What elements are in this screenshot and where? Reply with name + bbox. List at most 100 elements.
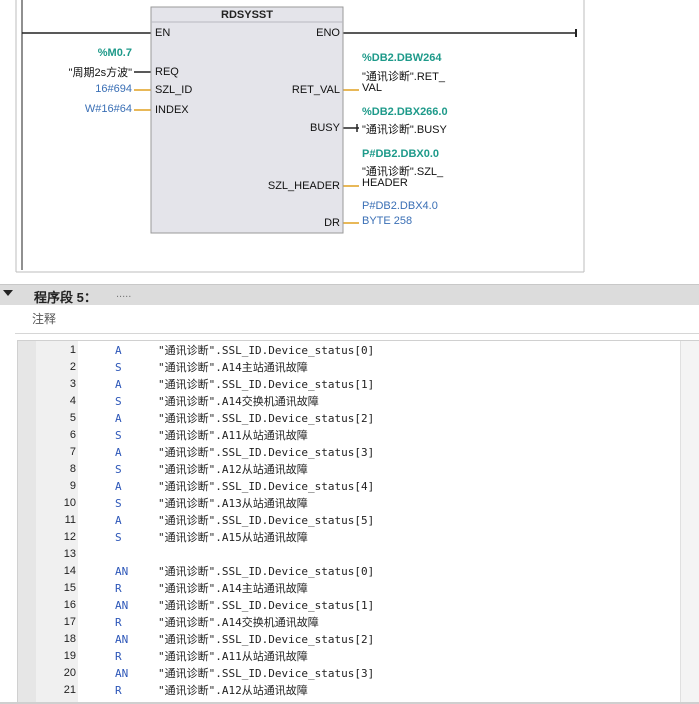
pin-eno: ENO [316, 27, 340, 39]
instruction-operand[interactable]: "通讯诊断".A14交换机通讯故障 [158, 614, 319, 631]
block-title[interactable]: RDSYSST [151, 9, 343, 21]
instruction-mnemonic[interactable]: A [115, 512, 122, 529]
network-title-input[interactable]: ..... [116, 288, 131, 300]
line-number: 11 [64, 514, 76, 526]
instruction-mnemonic[interactable]: S [115, 359, 122, 376]
pin-dr: DR [324, 217, 340, 229]
line-number: 13 [63, 548, 76, 560]
instruction-operand[interactable]: "通讯诊断".A12从站通讯故障 [158, 682, 308, 699]
instruction-operand[interactable]: "通讯诊断".SSL_ID.Device_status[3] [158, 665, 374, 682]
code-line[interactable]: 15 R "通讯诊断".A14主站通讯故障 [18, 580, 680, 597]
code-line[interactable]: 7 A "通讯诊断".SSL_ID.Device_status[3] [18, 444, 680, 461]
instruction-operand[interactable]: "通讯诊断".SSL_ID.Device_status[2] [158, 410, 374, 427]
code-line[interactable]: 1 A "通讯诊断".SSL_ID.Device_status[0] [18, 342, 680, 359]
instruction-mnemonic[interactable]: A [115, 478, 122, 495]
pin-index: INDEX [155, 104, 189, 116]
code-line[interactable]: 13 [18, 546, 680, 563]
code-line[interactable]: 16 AN "通讯诊断".SSL_ID.Device_status[1] [18, 597, 680, 614]
instruction-mnemonic[interactable]: R [115, 614, 122, 631]
code-line[interactable]: 3 A "通讯诊断".SSL_ID.Device_status[1] [18, 376, 680, 393]
code-line[interactable]: 17 R "通讯诊断".A14交换机通讯故障 [18, 614, 680, 631]
line-number: 21 [63, 684, 76, 696]
pin-szl-id: SZL_ID [155, 84, 193, 96]
code-line[interactable]: 10 S "通讯诊断".A13从站通讯故障 [18, 495, 680, 512]
code-line[interactable]: 20 AN "通讯诊断".SSL_ID.Device_status[3] [18, 665, 680, 682]
line-number: 7 [69, 446, 76, 458]
instruction-mnemonic[interactable]: AN [115, 665, 128, 682]
instruction-mnemonic[interactable]: AN [115, 563, 128, 580]
instruction-operand[interactable]: "通讯诊断".SSL_ID.Device_status[1] [158, 597, 374, 614]
instruction-mnemonic[interactable]: A [115, 444, 122, 461]
line-number: 9 [69, 480, 76, 492]
line-number: 17 [63, 616, 76, 628]
pin-en: EN [155, 27, 171, 39]
code-line[interactable]: 21 R "通讯诊断".A12从站通讯故障 [18, 682, 680, 699]
editor-scrollbar[interactable] [680, 341, 699, 703]
szl-id-operand[interactable]: 16#694 [95, 83, 132, 95]
instruction-mnemonic[interactable]: S [115, 529, 122, 546]
instruction-operand[interactable]: "通讯诊断".A14主站通讯故障 [158, 580, 308, 597]
instruction-mnemonic[interactable]: AN [115, 631, 128, 648]
line-number: 15 [63, 582, 76, 594]
code-line[interactable]: 4 S "通讯诊断".A14交换机通讯故障 [18, 393, 680, 410]
instruction-mnemonic[interactable]: A [115, 376, 122, 393]
code-line[interactable]: 18 AN "通讯诊断".SSL_ID.Device_status[2] [18, 631, 680, 648]
busy-operand-address[interactable]: %DB2.DBX266.0 [362, 106, 448, 118]
line-number: 14 [63, 565, 76, 577]
instruction-mnemonic[interactable]: A [115, 342, 122, 359]
pin-req: REQ [155, 66, 179, 78]
ret-val-operand-address[interactable]: %DB2.DBW264 [362, 52, 441, 64]
code-line[interactable]: 2 S "通讯诊断".A14主站通讯故障 [18, 359, 680, 376]
line-number: 18 [63, 633, 76, 645]
code-line[interactable]: 6 S "通讯诊断".A11从站通讯故障 [18, 427, 680, 444]
instruction-operand[interactable]: "通讯诊断".A11从站通讯故障 [158, 427, 308, 444]
instruction-operand[interactable]: "通讯诊断".A14交换机通讯故障 [158, 393, 319, 410]
network-header[interactable]: 程序段 5： ..... [0, 284, 699, 305]
instruction-mnemonic[interactable]: R [115, 580, 122, 597]
instruction-operand[interactable]: "通讯诊断".SSL_ID.Device_status[5] [158, 512, 374, 529]
instruction-operand[interactable]: "通讯诊断".A13从站通讯故障 [158, 495, 308, 512]
instruction-operand[interactable]: "通讯诊断".A15从站通讯故障 [158, 529, 308, 546]
ret-val-operand-name-cont[interactable]: VAL [362, 82, 382, 94]
ladder-network[interactable]: RDSYSST EN REQ SZL_ID INDEX ENO RET_VAL … [0, 0, 699, 283]
code-line[interactable]: 8 S "通讯诊断".A12从站通讯故障 [18, 461, 680, 478]
index-operand[interactable]: W#16#64 [85, 103, 132, 115]
busy-operand-name[interactable]: "通讯诊断".BUSY [362, 121, 447, 137]
instruction-mnemonic[interactable]: S [115, 461, 122, 478]
req-operand-address[interactable]: %M0.7 [98, 47, 132, 59]
network-comment[interactable]: 注释 [32, 310, 56, 327]
code-line[interactable]: 5 A "通讯诊断".SSL_ID.Device_status[2] [18, 410, 680, 427]
instruction-mnemonic[interactable]: S [115, 427, 122, 444]
instruction-operand[interactable]: "通讯诊断".SSL_ID.Device_status[0] [158, 342, 374, 359]
header-operand-address[interactable]: P#DB2.DBX0.0 [362, 148, 439, 160]
dr-operand-address[interactable]: P#DB2.DBX4.0 [362, 200, 438, 212]
instruction-mnemonic[interactable]: AN [115, 597, 128, 614]
instruction-operand[interactable]: "通讯诊断".SSL_ID.Device_status[1] [158, 376, 374, 393]
line-number: 10 [63, 497, 76, 509]
code-line[interactable]: 14 AN "通讯诊断".SSL_ID.Device_status[0] [18, 563, 680, 580]
instruction-mnemonic[interactable]: S [115, 393, 122, 410]
instruction-operand[interactable]: "通讯诊断".SSL_ID.Device_status[0] [158, 563, 374, 580]
header-operand-name-cont[interactable]: HEADER [362, 177, 408, 189]
code-line[interactable]: 11 A "通讯诊断".SSL_ID.Device_status[5] [18, 512, 680, 529]
line-number: 6 [69, 429, 76, 441]
instruction-mnemonic[interactable]: S [115, 495, 122, 512]
instruction-operand[interactable]: "通讯诊断".A14主站通讯故障 [158, 359, 308, 376]
code-line[interactable]: 9 A "通讯诊断".SSL_ID.Device_status[4] [18, 478, 680, 495]
instruction-operand[interactable]: "通讯诊断".SSL_ID.Device_status[2] [158, 631, 374, 648]
code-line[interactable]: 19 R "通讯诊断".A11从站通讯故障 [18, 648, 680, 665]
req-operand-name[interactable]: "周期2s方波" [69, 64, 132, 80]
stl-editor[interactable]: 1 A "通讯诊断".SSL_ID.Device_status[0] 2 S "通讯诊断"… [17, 340, 699, 703]
instruction-operand[interactable]: "通讯诊断".SSL_ID.Device_status[4] [158, 478, 374, 495]
ladder-wiring [15, 0, 585, 273]
code-line[interactable]: 12 S "通讯诊断".A15从站通讯故障 [18, 529, 680, 546]
dr-operand-length[interactable]: BYTE 258 [362, 215, 412, 227]
instruction-operand[interactable]: "通讯诊断".A11从站通讯故障 [158, 648, 308, 665]
instruction-mnemonic[interactable]: A [115, 410, 122, 427]
instruction-operand[interactable]: "通讯诊断".SSL_ID.Device_status[3] [158, 444, 374, 461]
instruction-mnemonic[interactable]: R [115, 648, 122, 665]
line-number: 5 [69, 412, 76, 424]
instruction-mnemonic[interactable]: R [115, 682, 122, 699]
collapse-triangle-icon[interactable] [3, 290, 13, 296]
instruction-operand[interactable]: "通讯诊断".A12从站通讯故障 [158, 461, 308, 478]
